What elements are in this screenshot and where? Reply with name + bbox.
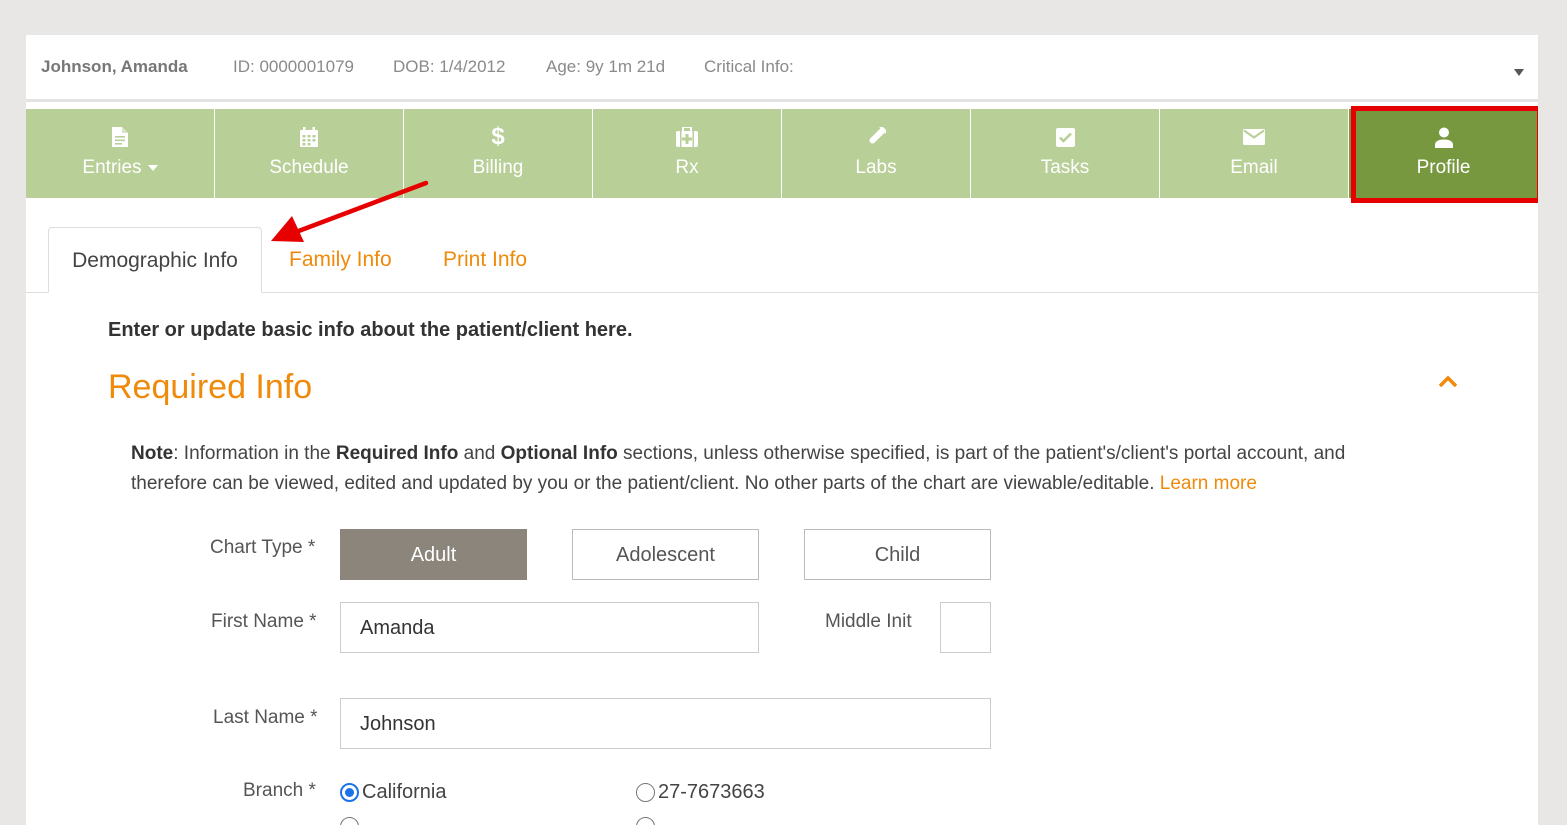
chart-type-adult-button[interactable]: Adult (340, 529, 527, 580)
caret-down-icon (147, 164, 158, 171)
nav-schedule-label: Schedule (269, 157, 349, 178)
branch-option-label: 27-7673663 (658, 781, 765, 803)
nav-billing-label: Billing (472, 157, 524, 178)
nav-labs-label: Labs (855, 157, 897, 178)
radio-unselected-icon[interactable] (636, 817, 655, 825)
radio-unselected-icon[interactable] (636, 783, 655, 802)
chart-type-adolescent-button[interactable]: Adolescent (572, 529, 759, 580)
patient-chart-panel: Johnson, Amanda ID: 0000001079 DOB: 1/4/… (26, 35, 1538, 825)
middle-init-label: Middle Init (825, 611, 912, 632)
test-tube-icon (782, 126, 970, 148)
nav-labs[interactable]: Labs (782, 109, 971, 198)
checkbox-icon (971, 126, 1159, 148)
nav-tasks[interactable]: Tasks (971, 109, 1160, 198)
radio-selected-icon[interactable] (340, 783, 359, 802)
radio-unselected-icon[interactable] (340, 817, 359, 825)
dollar-icon: $ (491, 123, 505, 150)
branch-option-label: California (362, 781, 447, 803)
critical-info: Critical Info: (704, 57, 794, 76)
chart-type-label: Chart Type * (210, 537, 316, 558)
section-title-required-info: Required Info (108, 368, 313, 406)
branch-option-4[interactable] (636, 817, 658, 825)
note-required-info: Required Info (335, 443, 459, 464)
profile-tabs: Demographic Info Family Info Print Info (26, 227, 1538, 293)
chevron-down-icon[interactable] (1514, 69, 1524, 76)
chevron-up-icon[interactable] (1438, 375, 1458, 388)
nav-entries-label: Entries (82, 157, 142, 178)
nav-tasks-label: Tasks (1040, 157, 1090, 178)
envelope-icon (1160, 126, 1348, 148)
patient-header: Johnson, Amanda ID: 0000001079 DOB: 1/4/… (26, 35, 1538, 102)
branch-label: Branch * (243, 780, 316, 801)
branch-option-3[interactable] (340, 817, 362, 825)
middle-init-field[interactable] (940, 602, 991, 653)
note-label: Note (131, 443, 174, 464)
first-name-label: First Name * (211, 611, 317, 632)
note-text-2: and (458, 443, 501, 464)
nav-rx[interactable]: Rx (593, 109, 782, 198)
branch-option-27-7673663[interactable]: 27-7673663 (636, 781, 765, 804)
medkit-icon (593, 126, 781, 148)
note-text-1: : Information in the (173, 443, 336, 464)
tab-print-info[interactable]: Print Info (443, 227, 527, 293)
tab-demographic-info[interactable]: Demographic Info (48, 227, 262, 293)
patient-dob: DOB: 1/4/2012 (393, 57, 506, 76)
calendar-icon (215, 126, 403, 148)
nav-email-label: Email (1230, 157, 1278, 178)
profile-highlight-box (1351, 106, 1538, 203)
branch-option-california[interactable]: California (340, 781, 446, 804)
learn-more-link[interactable]: Learn more (1160, 473, 1257, 494)
chart-type-child-button[interactable]: Child (804, 529, 991, 580)
chart-nav: Entries Schedule $ Billing Rx Labs Tasks… (26, 109, 1538, 198)
nav-email[interactable]: Email (1160, 109, 1349, 198)
patient-id: ID: 0000001079 (233, 57, 354, 76)
nav-entries[interactable]: Entries (26, 109, 215, 198)
info-note: Note: Information in the Required Info a… (131, 439, 1421, 499)
last-name-field[interactable]: Johnson (340, 698, 991, 749)
nav-rx-label: Rx (675, 157, 699, 178)
annotation-arrow-icon (271, 180, 429, 242)
intro-text: Enter or update basic info about the pat… (108, 319, 633, 341)
last-name-label: Last Name * (213, 707, 318, 728)
first-name-field[interactable]: Amanda (340, 602, 759, 653)
patient-name: Johnson, Amanda (41, 57, 188, 76)
note-optional-info: Optional Info (500, 443, 618, 464)
file-icon (26, 126, 214, 148)
patient-age: Age: 9y 1m 21d (546, 57, 666, 76)
